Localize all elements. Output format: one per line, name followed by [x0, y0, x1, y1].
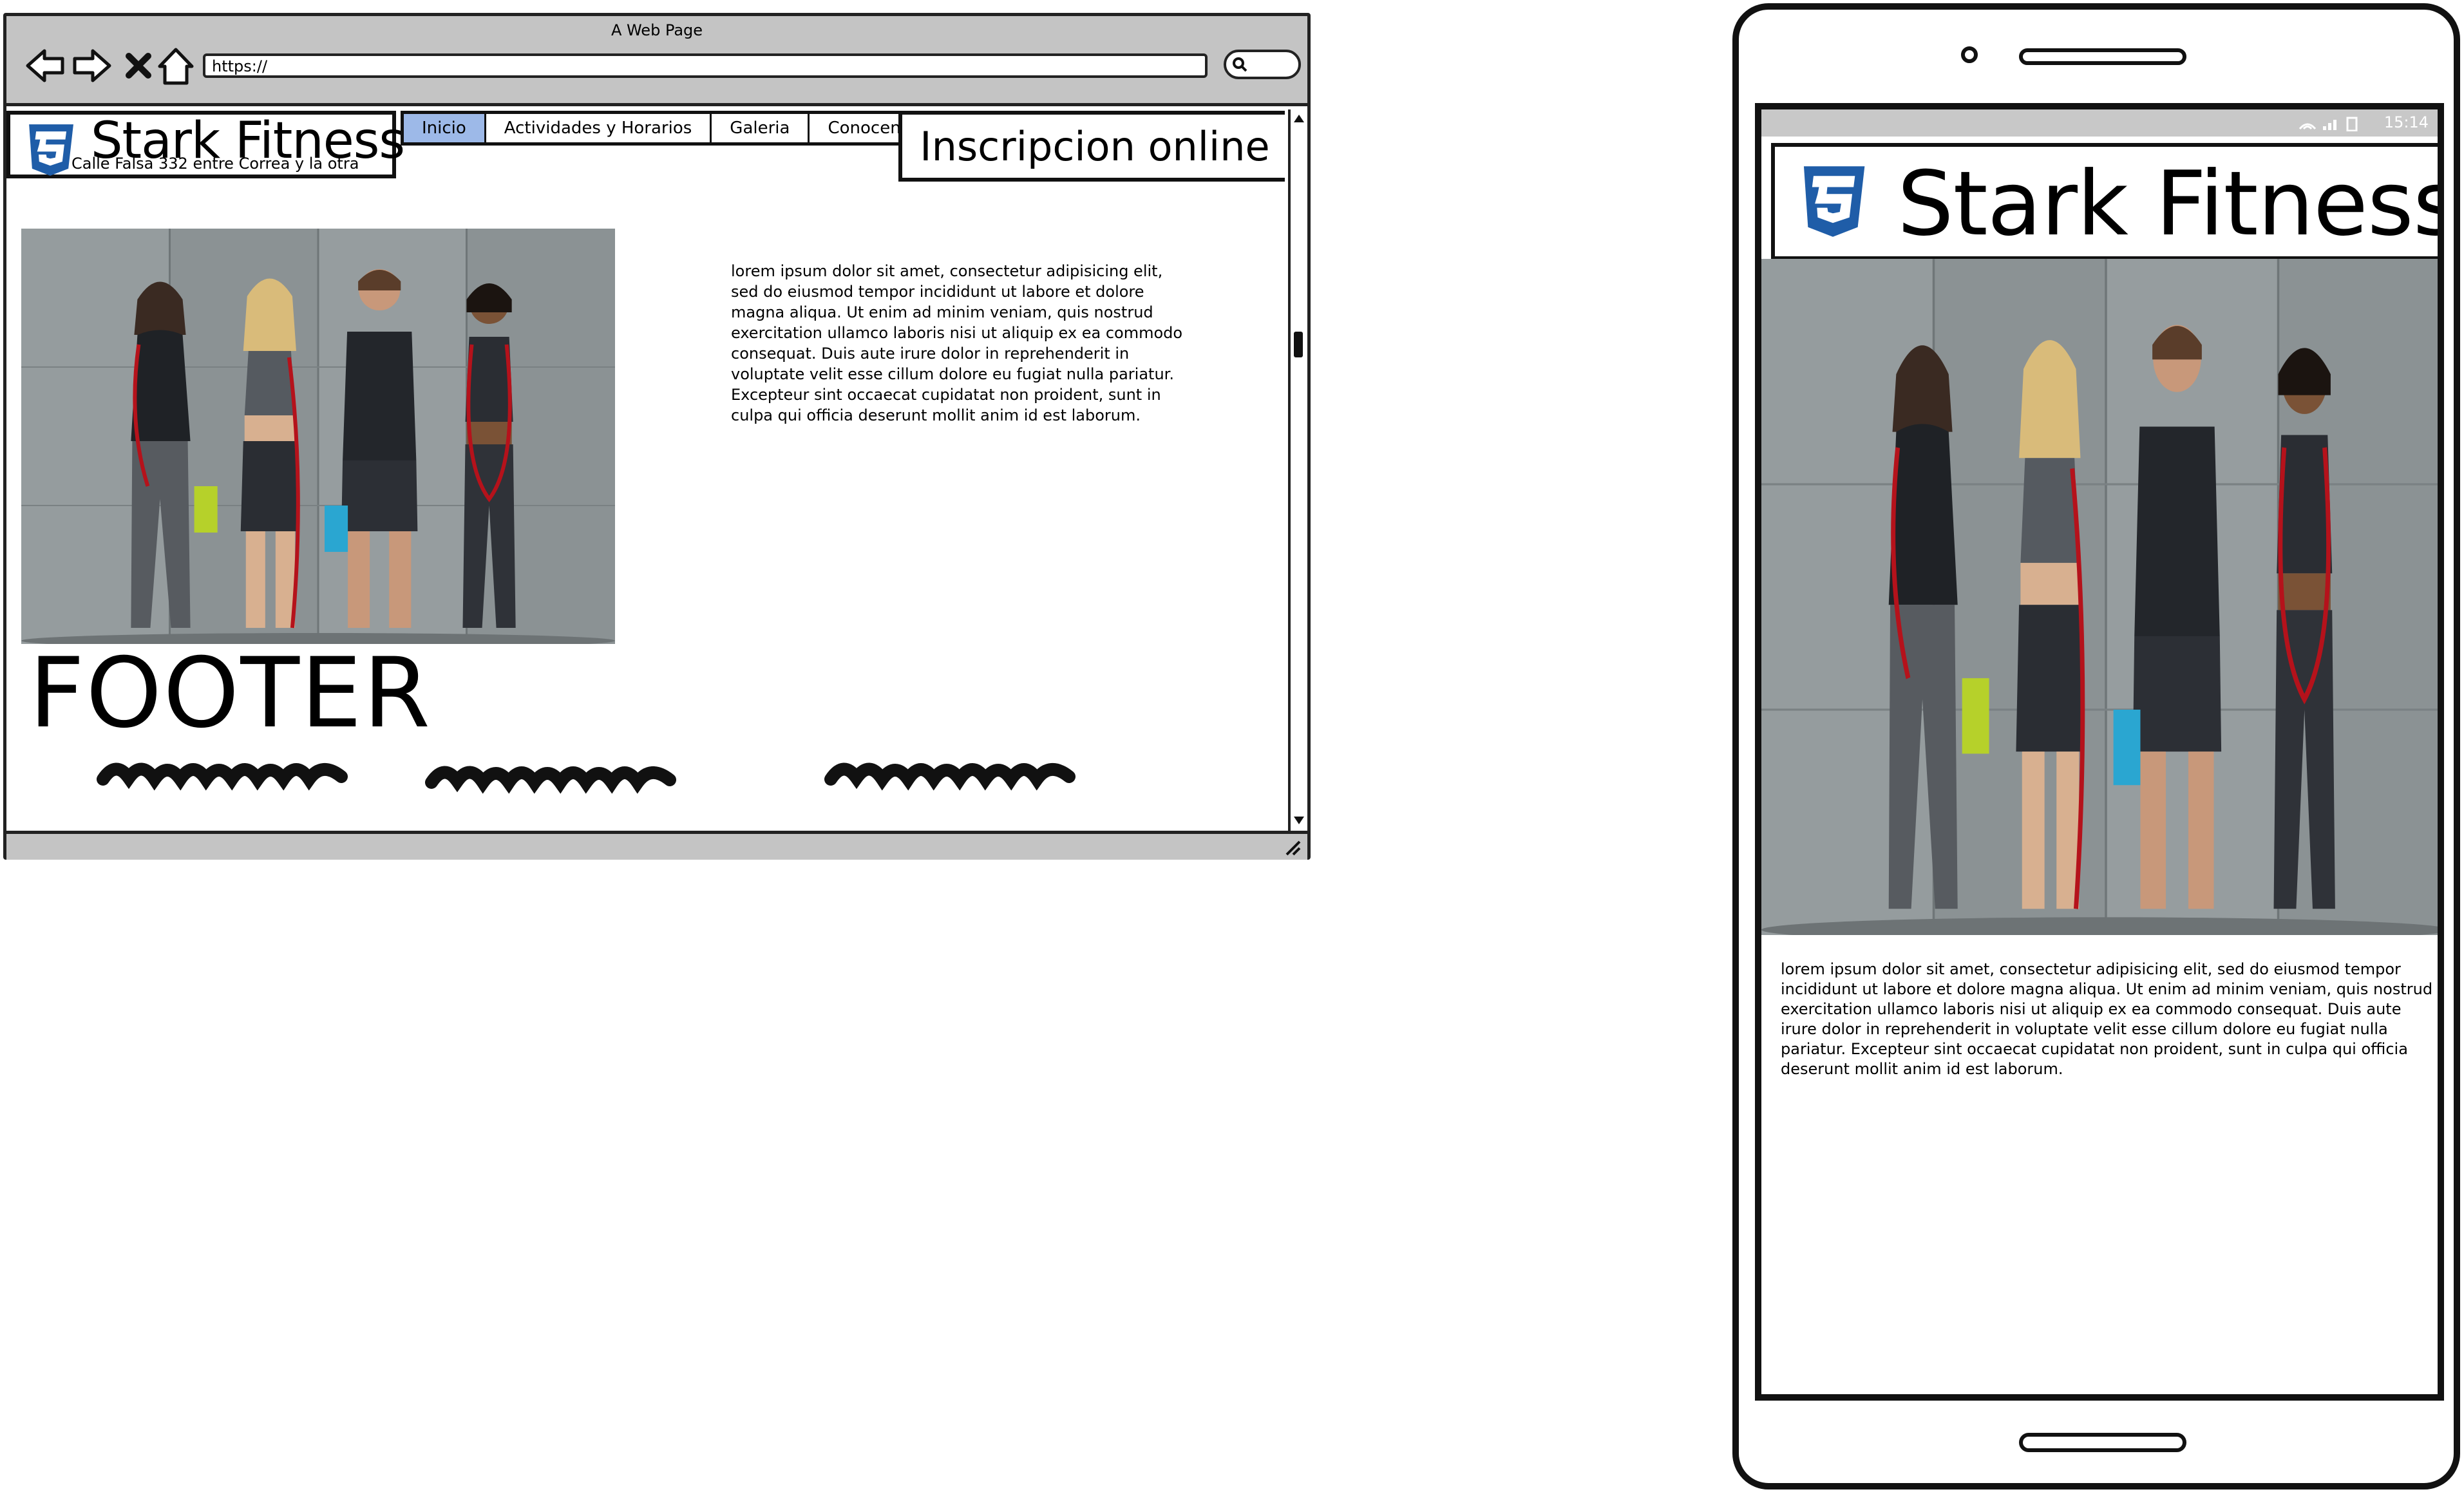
window-title: A Web Page: [611, 21, 703, 39]
status-time: 15:14: [2383, 113, 2429, 131]
phone-home-button[interactable]: [2019, 1433, 2186, 1452]
arrow-left-icon[interactable]: [23, 43, 68, 88]
url-input[interactable]: https://: [203, 53, 1208, 78]
signup-button[interactable]: Inscripcion online: [898, 111, 1285, 182]
site-header-logo-box: Stark Fitness Calle Falsa 332 entre Corr…: [6, 111, 405, 178]
browser-window: A Web Page https:// Stark Fitness Calle …: [3, 13, 1311, 860]
browser-search-box[interactable]: [1224, 50, 1301, 79]
camera-icon: [1961, 46, 1978, 63]
footer-heading: FOOTER: [29, 638, 432, 750]
mobile-site-title: Stark Fitness: [1897, 152, 2444, 256]
browser-status-bar: [6, 831, 1307, 860]
fitness-team-photo-mobile: [1761, 259, 2444, 935]
phone-screen: 15:14 Stark Fitness lorem ipsum dolor si…: [1755, 103, 2444, 1401]
arrow-right-icon[interactable]: [70, 43, 115, 88]
fitness-team-photo: [21, 229, 615, 644]
css3-logo-icon: [1790, 164, 1875, 240]
footer-scribble-1: [97, 762, 348, 791]
vertical-scrollbar[interactable]: [1288, 109, 1307, 831]
scrollbar-thumb[interactable]: [1294, 332, 1303, 357]
scroll-down-icon[interactable]: [1292, 814, 1306, 827]
phone-frame: 15:14 Stark Fitness lorem ipsum dolor si…: [1732, 3, 2460, 1489]
resize-grip-icon[interactable]: [1283, 838, 1303, 857]
footer-scribble-3: [824, 762, 1076, 791]
signal-battery-icon: [2298, 117, 2358, 131]
page-content: Stark Fitness Calle Falsa 332 entre Corr…: [6, 109, 1285, 831]
mobile-site-header: Stark Fitness: [1771, 143, 2444, 260]
footer-scribble-2: [425, 766, 676, 794]
scroll-up-icon[interactable]: [1292, 112, 1306, 125]
search-icon: [1233, 57, 1247, 72]
intro-text: lorem ipsum dolor sit amet, consectetur …: [731, 262, 1183, 424]
phone-status-bar: 15:14: [1761, 109, 2438, 137]
nav-tab-inicio[interactable]: Inicio: [404, 114, 486, 142]
home-icon[interactable]: [153, 43, 198, 88]
mobile-intro-text: lorem ipsum dolor sit amet, consectetur …: [1781, 960, 2433, 1078]
nav-tab-galeria[interactable]: Galeria: [712, 114, 810, 142]
main-nav: Inicio Actividades y Horarios Galeria Co…: [401, 111, 942, 146]
browser-title-bar: A Web Page https://: [6, 16, 1307, 106]
phone-speaker: [2019, 48, 2186, 65]
site-address: Calle Falsa 332 entre Correa y la otra: [71, 155, 359, 173]
nav-tab-actividades[interactable]: Actividades y Horarios: [486, 114, 712, 142]
